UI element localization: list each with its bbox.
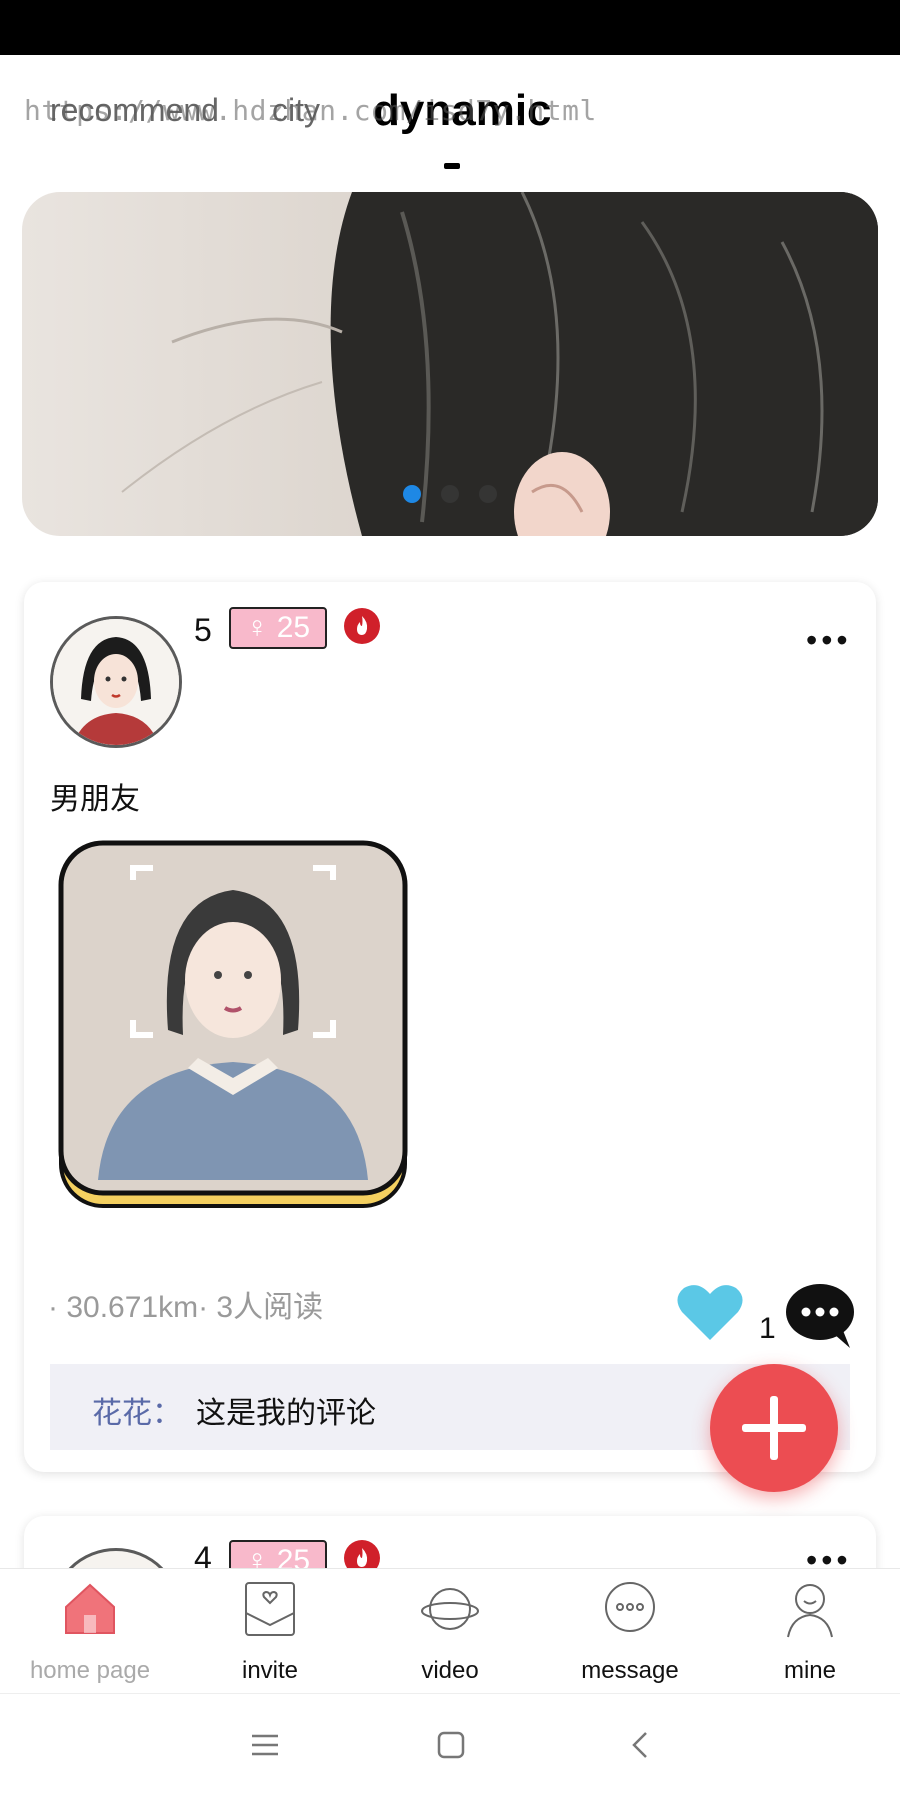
watermark: https://www.hdzhan.com/isd7y.html <box>24 94 597 127</box>
nav-label: home page <box>29 1657 151 1684</box>
carousel-dot[interactable] <box>479 485 497 503</box>
planet-icon <box>421 1588 479 1630</box>
post-text: 男朋友 <box>50 783 140 816</box>
menu-icon[interactable] <box>250 1730 280 1760</box>
add-post-button[interactable] <box>710 1364 838 1492</box>
carousel-dots <box>22 485 878 508</box>
nav-label: invite <box>241 1657 299 1684</box>
comment-user[interactable]: 花花： <box>92 1388 182 1432</box>
home-icon <box>65 1583 115 1634</box>
nav-home[interactable]: home page <box>0 1569 180 1694</box>
active-tab-indicator <box>444 163 460 169</box>
carousel-dot[interactable] <box>441 485 459 503</box>
home-square-icon[interactable] <box>436 1730 466 1760</box>
post-meta: · 30.671km· 3人阅读 <box>48 1291 324 1324</box>
carousel-dot[interactable] <box>403 485 421 503</box>
nav-mine[interactable]: mine <box>720 1569 900 1694</box>
back-icon[interactable] <box>626 1730 656 1760</box>
user-icon <box>787 1584 833 1638</box>
more-options-icon[interactable]: ••• <box>806 622 852 659</box>
avatar[interactable] <box>50 616 182 748</box>
gender-age-badge: ♀ 25 <box>229 607 327 649</box>
nav-label: mine <box>783 1657 837 1684</box>
user-level: 5 <box>194 612 212 648</box>
system-nav-bar <box>0 1693 900 1801</box>
status-bar <box>0 0 900 55</box>
avatar-illustration <box>53 619 179 745</box>
nav-invite[interactable]: invite <box>180 1569 360 1694</box>
message-icon <box>605 1582 655 1632</box>
banner-carousel[interactable] <box>22 192 878 536</box>
post-card: 5 ♀ 25 ••• 男朋友 · 30.671km· 3人阅读 1 花花： 这是… <box>24 582 876 1472</box>
nav-message[interactable]: message <box>540 1569 720 1694</box>
plus-icon <box>742 1396 806 1460</box>
post-image[interactable] <box>58 840 408 1210</box>
like-count: 1 <box>759 1312 776 1345</box>
nav-label: message <box>581 1657 679 1684</box>
flame-icon <box>344 608 380 644</box>
comment-icon[interactable] <box>784 1282 856 1350</box>
bottom-nav: home page invite video message mine <box>0 1568 900 1694</box>
heart-icon[interactable] <box>676 1282 744 1342</box>
nav-video[interactable]: video <box>360 1569 540 1694</box>
nav-label: video <box>421 1657 479 1684</box>
comment-text: 这是我的评论 <box>196 1397 376 1430</box>
invite-icon <box>245 1582 295 1636</box>
